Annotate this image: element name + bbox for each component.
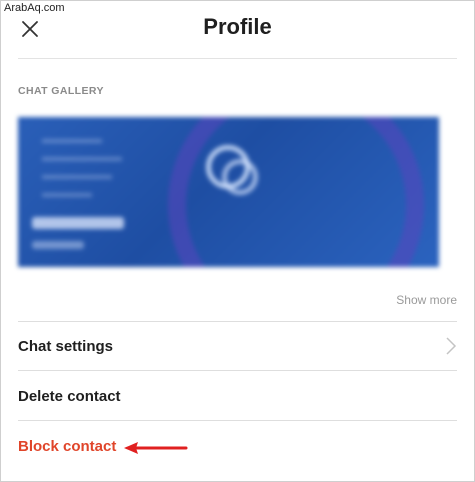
gallery-caption: [32, 241, 84, 249]
delete-contact-label: Delete contact: [18, 387, 121, 405]
chat-settings-label: Chat settings: [18, 337, 114, 355]
chat-gallery-image[interactable]: [18, 117, 439, 267]
gallery-decoration: [168, 117, 424, 267]
gallery-decoration: [42, 139, 102, 143]
gallery-caption: [32, 217, 124, 229]
chat-gallery-label: CHAT GALLERY: [18, 85, 104, 97]
gallery-decoration: [42, 193, 92, 197]
watermark-text: ArabAq.com: [2, 2, 67, 14]
block-contact-row[interactable]: Block contact: [18, 422, 457, 470]
gallery-decoration: [42, 157, 122, 161]
gallery-decoration: [42, 175, 112, 179]
chat-settings-row[interactable]: Chat settings: [18, 322, 457, 370]
block-contact-label: Block contact: [18, 437, 117, 455]
annotation-arrow-icon: [124, 442, 188, 454]
gallery-logo: [222, 159, 258, 195]
show-more-link[interactable]: Show more: [396, 293, 457, 307]
divider: [18, 370, 457, 371]
page-title: Profile: [203, 14, 272, 39]
header-divider: [18, 58, 457, 59]
delete-contact-row[interactable]: Delete contact: [18, 372, 457, 420]
chevron-right-icon: [446, 337, 457, 355]
divider: [18, 420, 457, 421]
